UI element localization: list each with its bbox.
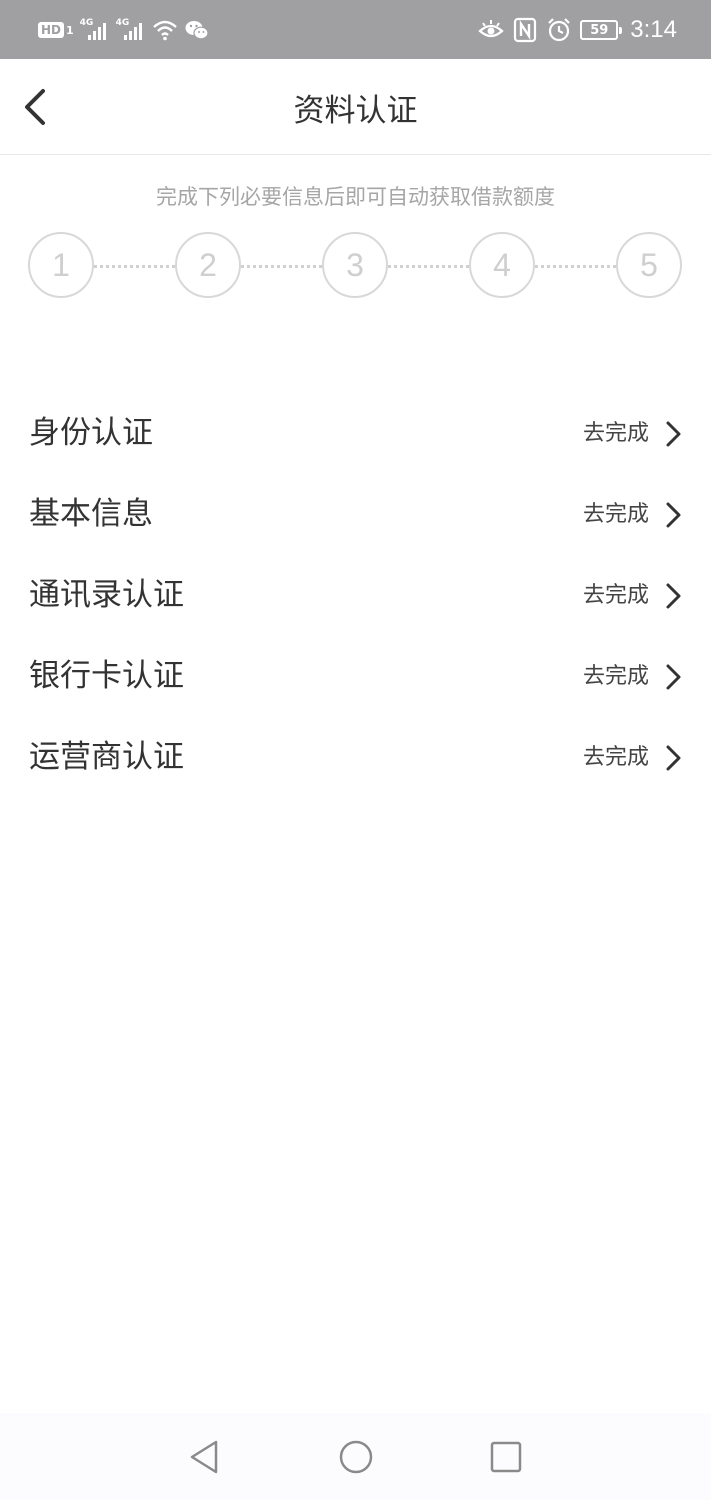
hd-icon: HD bbox=[38, 22, 65, 38]
status-bar: HD 1 4G 4G 59 3:14 bbox=[0, 0, 711, 59]
list-item-contacts[interactable]: 通讯录认证 去完成 bbox=[0, 555, 711, 636]
page-title: 资料认证 bbox=[293, 93, 418, 129]
list-item-bank-card[interactable]: 银行卡认证 去完成 bbox=[0, 636, 711, 717]
item-action[interactable]: 去完成 bbox=[583, 419, 649, 449]
system-nav-bar bbox=[0, 1413, 711, 1500]
step-circle-4: 4 bbox=[469, 232, 535, 298]
item-label: 通讯录认证 bbox=[29, 577, 184, 613]
list-item-basic-info[interactable]: 基本信息 去完成 bbox=[0, 474, 711, 555]
status-bar-left: HD 1 4G 4G bbox=[38, 14, 210, 46]
chevron-right-icon bbox=[666, 745, 681, 771]
step-connector bbox=[94, 265, 175, 268]
home-circle-icon[interactable] bbox=[336, 1437, 376, 1477]
chevron-right-icon bbox=[666, 502, 681, 528]
chevron-right-icon bbox=[666, 583, 681, 609]
item-action[interactable]: 去完成 bbox=[583, 743, 649, 773]
list-item-carrier[interactable]: 运营商认证 去完成 bbox=[0, 717, 711, 798]
status-time: 3:14 bbox=[630, 16, 677, 43]
item-action[interactable]: 去完成 bbox=[583, 500, 649, 530]
battery-level: 59 bbox=[590, 22, 609, 38]
nfc-icon bbox=[514, 17, 537, 43]
back-triangle-icon[interactable] bbox=[184, 1437, 224, 1477]
item-label: 银行卡认证 bbox=[29, 658, 184, 694]
hint-text: 完成下列必要信息后即可自动获取借款额度 bbox=[156, 185, 555, 209]
step-connector bbox=[388, 265, 469, 268]
step-circle-5: 5 bbox=[616, 232, 682, 298]
item-action[interactable]: 去完成 bbox=[583, 662, 649, 692]
status-bar-right: 59 3:14 bbox=[478, 14, 677, 46]
hd-sub-label: 1 bbox=[66, 23, 74, 37]
item-label: 身份认证 bbox=[29, 415, 153, 451]
certification-list: 身份认证 去完成 基本信息 去完成 通讯录认证 去完成 银行卡认证 去完成 运营… bbox=[0, 393, 711, 798]
wifi-icon bbox=[152, 20, 177, 41]
step-connector bbox=[535, 265, 616, 268]
step-circle-2: 2 bbox=[175, 232, 241, 298]
wechat-icon bbox=[185, 21, 209, 40]
recents-square-icon[interactable] bbox=[486, 1437, 526, 1477]
eye-icon bbox=[478, 20, 504, 38]
chevron-right-icon bbox=[666, 421, 681, 447]
header: 资料认证 bbox=[0, 59, 711, 155]
list-item-identity[interactable]: 身份认证 去完成 bbox=[0, 393, 711, 474]
alarm-icon bbox=[548, 18, 571, 42]
battery-icon: 59 bbox=[580, 20, 623, 40]
step-circle-3: 3 bbox=[322, 232, 388, 298]
item-label: 基本信息 bbox=[29, 496, 153, 532]
signal-icon: 4G bbox=[116, 18, 146, 42]
signal-icon: 4G bbox=[80, 18, 110, 42]
chevron-right-icon bbox=[666, 664, 681, 690]
item-label: 运营商认证 bbox=[29, 739, 184, 775]
step-circle-1: 1 bbox=[28, 232, 94, 298]
item-action[interactable]: 去完成 bbox=[583, 581, 649, 611]
step-connector bbox=[241, 265, 322, 268]
step-indicator: 1 2 3 4 5 bbox=[28, 232, 682, 300]
